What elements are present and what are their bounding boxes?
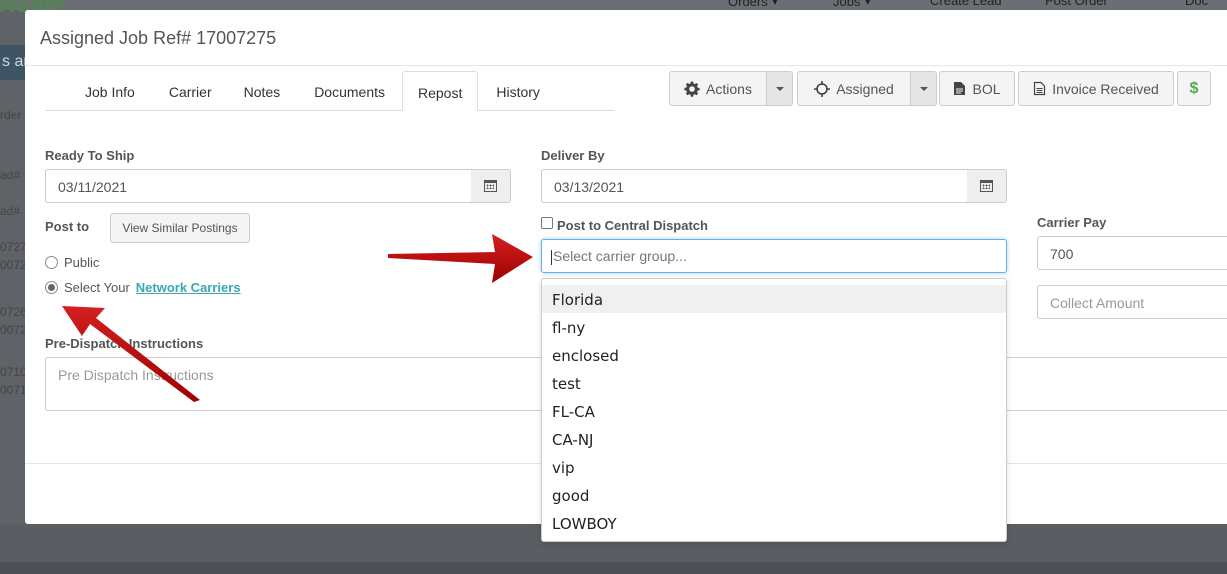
background-side-text: ad# <box>0 168 21 182</box>
background-nav-doc: Doc <box>1185 0 1209 8</box>
job-tabs: Job Info Carrier Notes Documents Repost … <box>45 71 614 111</box>
bol-button[interactable]: BOL <box>939 71 1015 106</box>
ready-to-ship-label: Ready To Ship <box>45 148 135 163</box>
assigned-label: Assigned <box>836 80 894 97</box>
background-side-text: 0726 <box>0 305 26 319</box>
dollar-button[interactable]: $ <box>1177 71 1211 106</box>
gear-icon <box>684 81 700 97</box>
background-topbar <box>0 0 1227 10</box>
assigned-status-button[interactable]: Assigned <box>797 71 911 106</box>
modal-header: Assigned Job Ref# 17007275 <box>25 10 1227 66</box>
background-side-text: 0072 <box>0 258 26 272</box>
calendar-icon <box>484 180 497 192</box>
background-side-text: rder <box>0 108 22 122</box>
tab-history[interactable]: History <box>478 71 558 110</box>
ready-to-ship-calendar-button[interactable] <box>471 169 511 203</box>
invoice-received-button[interactable]: Invoice Received <box>1018 71 1174 106</box>
carrier-pay-label: Carrier Pay <box>1037 215 1107 230</box>
background-side-text: ad# <box>0 204 21 218</box>
central-dispatch-label: Post to Central Dispatch <box>557 218 708 233</box>
background-side-text: 0072 <box>0 323 26 337</box>
modal-title: Assigned Job Ref# 17007275 <box>40 28 277 48</box>
chevron-down-icon <box>919 86 928 91</box>
dropdown-option[interactable]: test <box>542 369 1006 397</box>
central-dispatch-checkbox[interactable] <box>541 217 553 229</box>
collect-amount-input[interactable]: Collect Amount <box>1037 285 1227 319</box>
ready-to-ship-input[interactable]: 03/11/2021 <box>45 169 472 203</box>
tab-carrier[interactable]: Carrier <box>154 71 227 110</box>
view-similar-postings-button[interactable]: View Similar Postings <box>110 213 250 243</box>
pre-dispatch-label: Pre-Dispatch Instructions <box>45 336 204 351</box>
post-to-label: Post to <box>45 219 90 234</box>
file-icon <box>954 82 966 95</box>
dropdown-option[interactable]: Florida <box>542 285 1006 313</box>
background-side-text: 0710 <box>0 365 26 379</box>
dropdown-option[interactable]: fl-ny <box>542 313 1006 341</box>
invoice-received-label: Invoice Received <box>1052 80 1159 97</box>
carrier-pay-input[interactable]: 700 <box>1037 236 1227 270</box>
carrier-group-placeholder: Select carrier group... <box>553 248 687 264</box>
carrier-group-select-input[interactable]: Select carrier group... <box>541 239 1007 273</box>
background-side-text: 0727 <box>0 240 26 254</box>
assigned-caret-button[interactable] <box>910 71 937 106</box>
crosshair-icon <box>814 80 831 97</box>
background-bottom-strip <box>0 562 1227 574</box>
tab-documents[interactable]: Documents <box>297 71 402 110</box>
dropdown-option[interactable]: CA-NJ <box>542 425 1006 453</box>
dropdown-option[interactable]: LOWBOY <box>542 509 1006 537</box>
dropdown-option[interactable]: FL-CA <box>542 397 1006 425</box>
dollar-icon: $ <box>1189 79 1199 97</box>
carrier-group-dropdown: Florida fl-ny enclosed test FL-CA CA-NJ … <box>541 278 1007 542</box>
radio-public[interactable] <box>45 256 58 269</box>
actions-caret-button[interactable] <box>766 71 793 106</box>
bol-label: BOL <box>972 80 1001 97</box>
background-nav-create-lead: Create Lead <box>930 0 1002 8</box>
background-nav-orders: Orders ▾ <box>728 0 779 9</box>
background-side-text: 0071 <box>0 383 26 397</box>
document-icon <box>1034 81 1046 96</box>
radio-network-carriers-row[interactable]: Select Your Network Carriers <box>45 280 241 295</box>
calendar-icon <box>980 180 993 192</box>
network-carriers-link[interactable]: Network Carriers <box>136 280 241 295</box>
radio-public-row[interactable]: Public <box>45 255 99 270</box>
deliver-by-label: Deliver By <box>541 148 605 163</box>
text-cursor <box>551 249 552 265</box>
dropdown-option[interactable]: vip <box>542 453 1006 481</box>
radio-network-carriers[interactable] <box>45 281 58 294</box>
chevron-down-icon <box>775 86 784 91</box>
radio-public-label: Public <box>64 255 100 270</box>
deliver-by-input[interactable]: 03/13/2021 <box>541 169 968 203</box>
tab-repost[interactable]: Repost <box>402 71 479 111</box>
deliver-by-calendar-button[interactable] <box>967 169 1007 203</box>
radio-network-prefix: Select Your <box>64 280 130 295</box>
dropdown-option[interactable]: enclosed <box>542 341 1006 369</box>
actions-button[interactable]: Actions <box>669 71 767 106</box>
actions-label: Actions <box>706 80 752 97</box>
background-nav-post-order: Post Order <box>1045 0 1108 8</box>
background-nav-jobs: Jobs ▾ <box>833 0 871 9</box>
tab-notes[interactable]: Notes <box>227 71 298 110</box>
tab-job-info[interactable]: Job Info <box>45 71 154 110</box>
dropdown-option[interactable]: good <box>542 481 1006 509</box>
